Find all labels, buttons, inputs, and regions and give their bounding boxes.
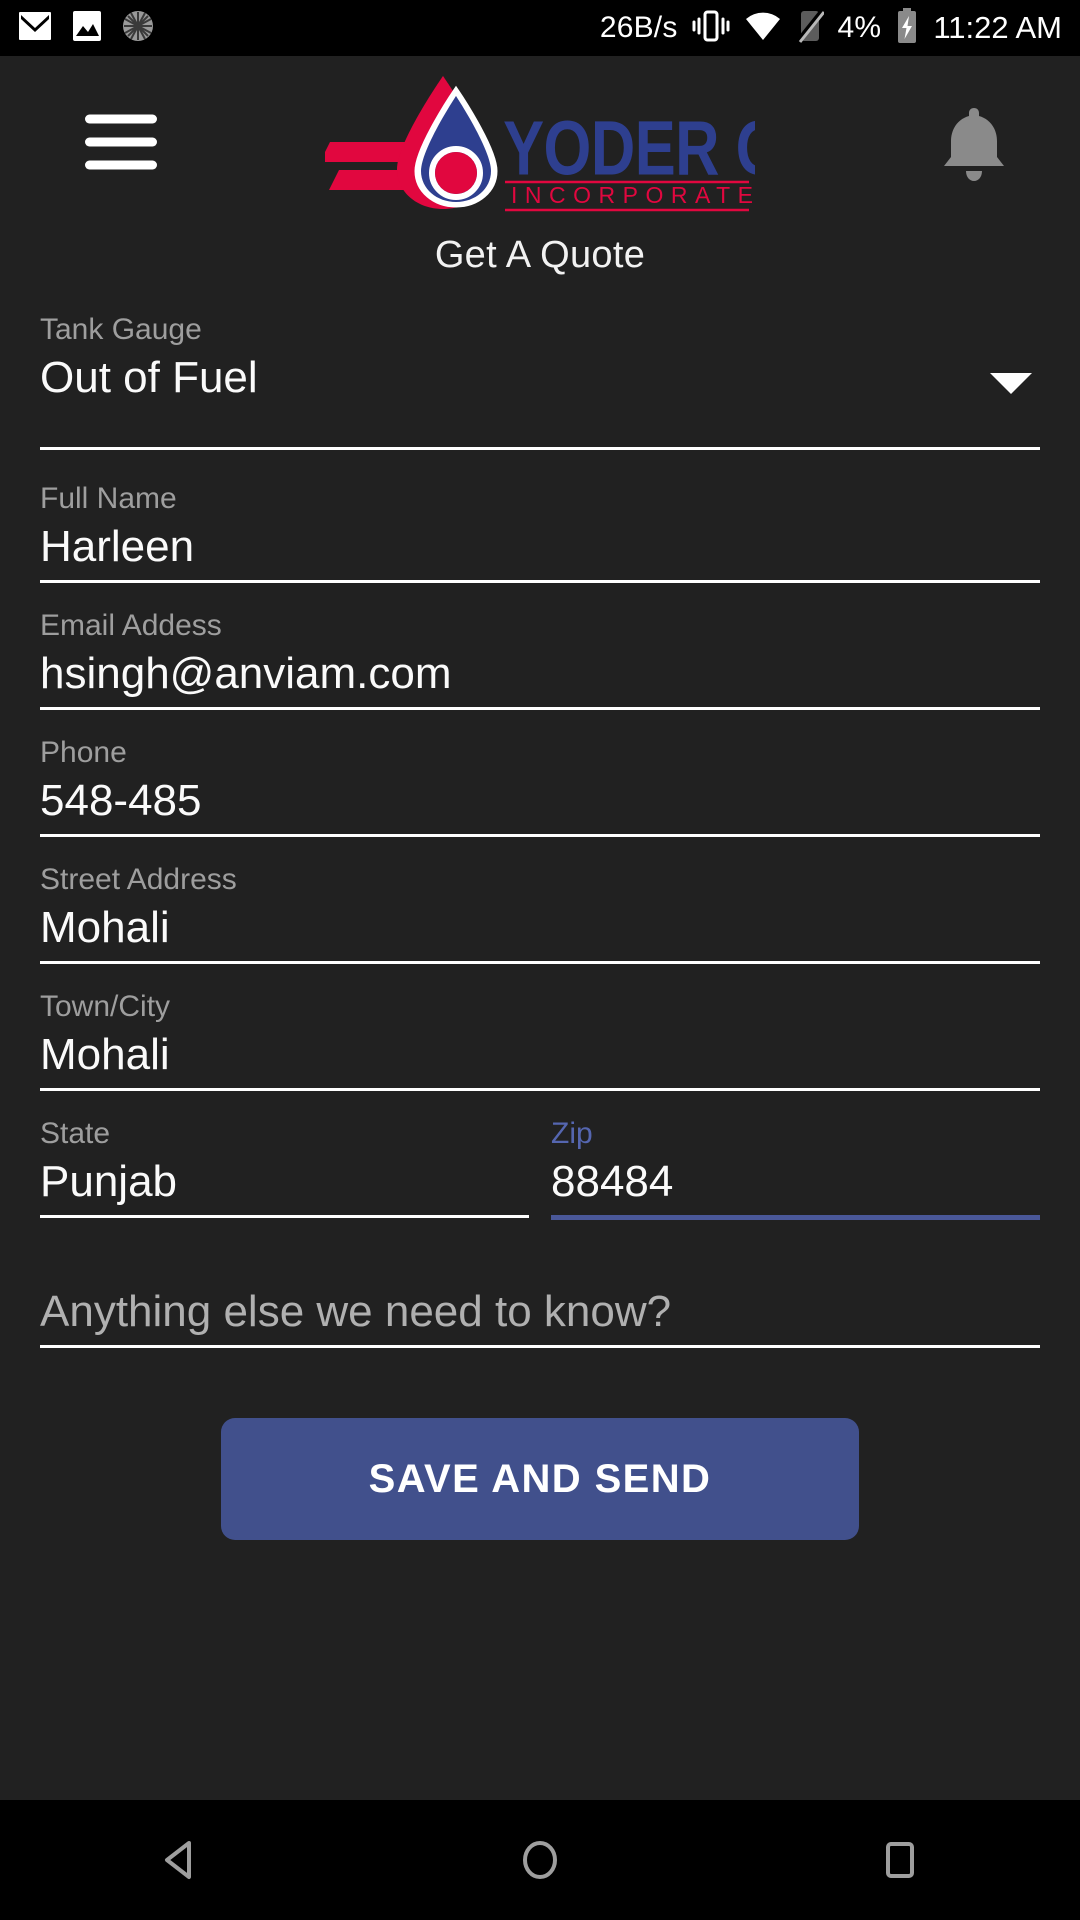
loading-circle-icon	[122, 10, 154, 47]
tank-gauge-label: Tank Gauge	[40, 313, 202, 346]
tank-gauge-value: Out of Fuel	[40, 353, 258, 402]
state-field[interactable]: State Punjab	[40, 1117, 529, 1220]
vibrate-icon	[692, 9, 730, 48]
no-sim-icon	[795, 8, 825, 48]
home-circle-icon[interactable]	[465, 1800, 615, 1920]
hamburger-bar	[85, 137, 157, 147]
recents-square-icon[interactable]	[825, 1800, 975, 1920]
street-address-field[interactable]: Street Address Mohali	[40, 863, 1040, 964]
full-name-input[interactable]: Harleen	[40, 519, 1040, 580]
notes-underline	[40, 1345, 1040, 1348]
status-bar: 26B/s 4% 11:22 AM	[0, 0, 1080, 56]
save-and-send-button[interactable]: SAVE AND SEND	[221, 1418, 859, 1540]
bell-icon[interactable]	[926, 94, 1022, 190]
full-name-field[interactable]: Full Name Harleen	[40, 482, 1040, 583]
status-bar-right-icons: 26B/s 4% 11:22 AM	[600, 0, 1062, 56]
hamburger-menu-icon[interactable]	[85, 114, 157, 170]
phone-underline	[40, 834, 1040, 837]
email-address-label: Email Addess	[40, 609, 222, 642]
back-triangle-icon[interactable]	[105, 1800, 255, 1920]
phone-label: Phone	[40, 736, 127, 769]
state-underline	[40, 1215, 529, 1218]
photos-icon	[72, 10, 102, 47]
zip-underline	[551, 1215, 1040, 1220]
network-speed-label: 26B/s	[599, 11, 678, 44]
chevron-down-icon[interactable]	[990, 373, 1032, 394]
zip-field[interactable]: Zip 88484	[551, 1117, 1040, 1220]
full-name-underline	[40, 580, 1040, 583]
notes-input[interactable]: Anything else we need to know?	[40, 1284, 1040, 1345]
notes-field[interactable]: Anything else we need to know?	[40, 1284, 1040, 1348]
android-navigation-bar	[0, 1800, 1080, 1920]
phone-field[interactable]: Phone 548-485	[40, 736, 1040, 837]
street-address-label: Street Address	[40, 863, 237, 896]
street-address-underline	[40, 961, 1040, 964]
email-address-input[interactable]: hsingh@anviam.com	[40, 646, 1040, 707]
email-address-field[interactable]: Email Addess hsingh@anviam.com	[40, 609, 1040, 710]
zip-input[interactable]: 88484	[551, 1154, 1040, 1215]
battery-charging-icon	[895, 7, 919, 49]
state-input[interactable]: Punjab	[40, 1154, 529, 1215]
yoder-oil-logo[interactable]: YODER OIL INCORPORATED	[320, 70, 837, 215]
hamburger-bar	[85, 114, 157, 124]
page-title: Get A Quote	[434, 234, 646, 276]
town-city-underline	[40, 1088, 1040, 1091]
clock-label: 11:22 AM	[933, 10, 1062, 45]
state-label: State	[40, 1117, 111, 1150]
town-city-input[interactable]: Mohali	[40, 1027, 1040, 1088]
state-zip-row: State Punjab Zip 88484	[40, 1117, 1040, 1224]
street-address-input[interactable]: Mohali	[40, 900, 1040, 961]
town-city-label: Town/City	[40, 990, 171, 1023]
app-bar: YODER OIL INCORPORATED	[0, 56, 1080, 228]
wifi-icon	[744, 10, 782, 47]
hamburger-bar	[85, 160, 157, 170]
tank-gauge-select[interactable]: Tank Gauge Out of Fuel	[40, 313, 1040, 450]
svg-text:YODER OIL: YODER OIL	[503, 105, 755, 191]
battery-percent-label: 4%	[837, 11, 882, 44]
get-a-quote-form: Tank Gauge Out of Fuel Full Name Harleen…	[0, 313, 1080, 1540]
phone-input[interactable]: 548-485	[40, 773, 1040, 834]
full-name-label: Full Name	[40, 482, 177, 515]
status-bar-left-icons	[0, 10, 154, 47]
submit-row: SAVE AND SEND	[40, 1418, 1040, 1540]
email-address-underline	[40, 707, 1040, 710]
gmail-icon	[18, 11, 52, 46]
svg-text:INCORPORATED: INCORPORATED	[511, 182, 755, 208]
zip-label: Zip	[551, 1117, 593, 1150]
town-city-field[interactable]: Town/City Mohali	[40, 990, 1040, 1091]
